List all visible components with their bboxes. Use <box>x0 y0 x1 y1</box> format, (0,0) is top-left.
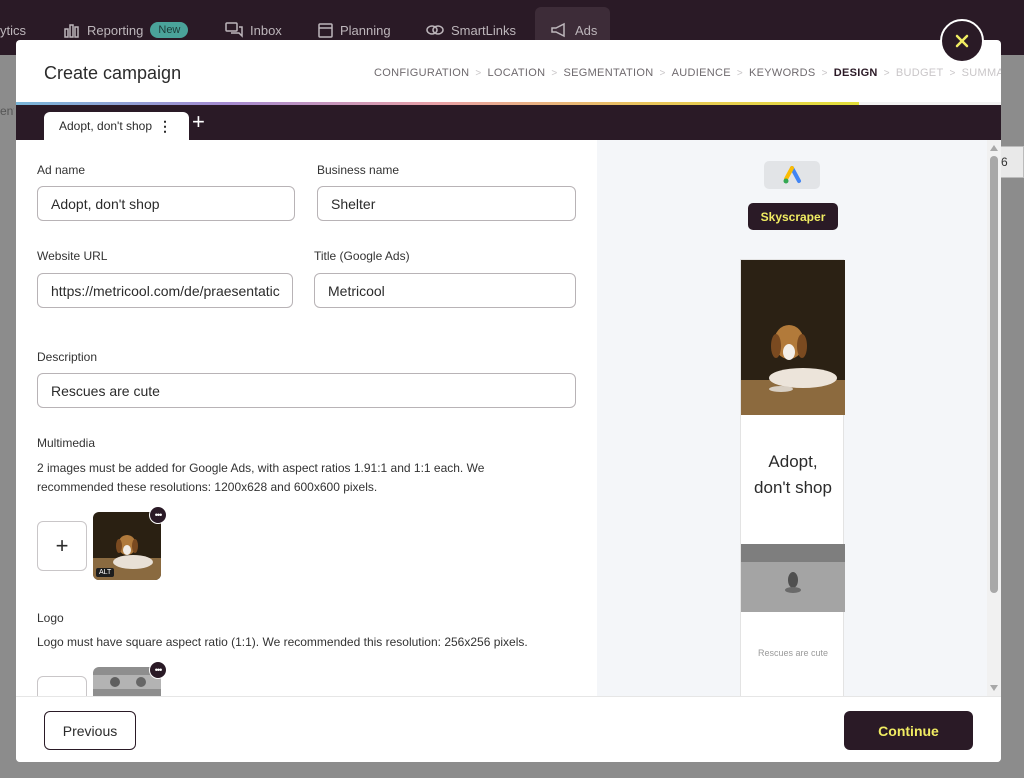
previous-button[interactable]: Previous <box>44 711 136 750</box>
alt-text-tag[interactable]: ALT <box>96 568 115 577</box>
google-ads-platform-chip[interactable] <box>764 161 820 189</box>
modal-footer: Previous Continue <box>16 696 1001 762</box>
step-location[interactable]: LOCATION <box>488 67 546 79</box>
step-keywords[interactable]: KEYWORDS <box>749 67 816 79</box>
chevron-right-icon: > <box>883 67 890 79</box>
step-configuration[interactable]: CONFIGURATION <box>374 67 469 79</box>
logo-options-button[interactable]: ••• <box>149 661 167 679</box>
business-name-label: Business name <box>317 163 400 177</box>
ad-preview-title-line-1: Adopt, <box>768 452 818 471</box>
step-breadcrumb: CONFIGURATION > LOCATION > SEGMENTATION … <box>374 67 1001 79</box>
add-logo-button[interactable] <box>37 676 87 696</box>
kebab-menu-icon[interactable]: ⋮ <box>158 119 172 133</box>
nav-item-planning[interactable]: Planning <box>318 20 391 40</box>
description-input[interactable]: Rescues are cute <box>37 373 576 408</box>
close-icon <box>955 34 969 48</box>
skyscraper-ad-preview: Adopt, don't shop Rescues are cute <box>740 259 845 696</box>
multimedia-label: Multimedia <box>37 436 96 450</box>
ad-name-label: Ad name <box>37 163 86 177</box>
nav-item-label: Ads <box>575 22 598 38</box>
ad-preview-title-line-2: don't shop <box>754 478 832 497</box>
step-segmentation[interactable]: SEGMENTATION <box>563 67 653 79</box>
bar-chart-icon <box>64 24 79 38</box>
ad-name-input[interactable]: Adopt, don't shop <box>37 186 295 221</box>
multimedia-help-line-1: 2 images must be added for Google Ads, w… <box>37 461 485 475</box>
create-campaign-modal: Create campaign CONFIGURATION > LOCATION… <box>16 40 1001 762</box>
chevron-right-icon: > <box>475 67 482 79</box>
scroll-up-arrow-icon[interactable] <box>990 145 998 151</box>
scrollbar[interactable] <box>987 140 1001 696</box>
ad-format-chip[interactable]: Skyscraper <box>748 203 838 230</box>
title-google-ads-label: Title (Google Ads) <box>314 249 410 263</box>
modal-title: Create campaign <box>44 63 182 83</box>
background-text: ent <box>0 104 14 118</box>
chevron-right-icon: > <box>659 67 666 79</box>
website-url-label: Website URL <box>37 249 108 263</box>
scrollbar-thumb[interactable] <box>990 156 998 593</box>
step-audience[interactable]: AUDIENCE <box>672 67 731 79</box>
business-name-input[interactable]: Shelter <box>317 186 576 221</box>
ad-secondary-image <box>741 544 845 612</box>
title-google-ads-input[interactable]: Metricool <box>314 273 576 308</box>
ad-tab[interactable]: Adopt, don't shop ⋮ <box>44 112 189 140</box>
ad-tab-label: Adopt, don't shop <box>59 119 153 133</box>
nav-item-label: Planning <box>340 22 391 38</box>
ad-preview-title: Adopt, don't shop <box>741 449 845 501</box>
continue-button[interactable]: Continue <box>844 711 973 750</box>
nav-item-label: Inbox <box>250 22 282 38</box>
chevron-right-icon: > <box>949 67 956 79</box>
google-ads-icon <box>783 166 801 184</box>
megaphone-icon <box>551 22 565 38</box>
step-design[interactable]: DESIGN <box>834 67 878 79</box>
nav-item-label: Reporting <box>87 22 144 38</box>
nav-item-smartlinks[interactable]: SmartLinks <box>426 20 516 40</box>
image-options-button[interactable]: ••• <box>149 506 167 524</box>
chevron-right-icon: > <box>821 67 828 79</box>
new-badge: New <box>150 22 189 38</box>
nav-item-inbox[interactable]: Inbox <box>225 20 282 40</box>
logo-help: Logo must have square aspect ratio (1:1)… <box>37 635 528 649</box>
dog-image-thumbnail[interactable]: ALT <box>93 512 161 580</box>
ad-tab-bar: Adopt, don't shop ⋮ + <box>16 105 1001 140</box>
ad-preview-description: Rescues are cute <box>757 648 829 658</box>
ad-hero-image <box>741 260 845 415</box>
chat-icon <box>225 22 243 38</box>
description-label: Description <box>37 350 98 364</box>
scroll-down-arrow-icon[interactable] <box>990 685 998 691</box>
ad-preview-panel: Skyscraper Adopt, don't shop Rescues are… <box>597 140 987 696</box>
step-budget: BUDGET <box>895 67 944 79</box>
logo-label: Logo <box>37 611 64 625</box>
ad-form: Ad name Adopt, don't shop Business name … <box>16 140 597 696</box>
nav-item-analytics[interactable]: ytics <box>0 20 26 40</box>
modal-header: Create campaign CONFIGURATION > LOCATION… <box>16 40 1001 104</box>
step-summary: SUMMARY <box>961 67 1001 79</box>
nav-item-label: SmartLinks <box>451 22 517 38</box>
multimedia-help-line-2: recommended these resolutions: 1200x628 … <box>37 480 378 494</box>
chevron-right-icon: > <box>551 67 558 79</box>
add-tab-button[interactable]: + <box>192 111 205 133</box>
nav-item-label: ytics <box>0 22 26 38</box>
link-icon <box>426 25 444 35</box>
nav-item-ads[interactable]: Ads <box>550 20 597 40</box>
website-url-input[interactable]: https://metricool.com/de/praesentatic <box>37 273 293 308</box>
nav-item-reporting[interactable]: Reporting New <box>64 20 189 40</box>
add-image-button[interactable]: + <box>37 521 87 571</box>
calendar-icon <box>318 23 333 38</box>
chevron-right-icon: > <box>736 67 743 79</box>
close-modal-button[interactable] <box>940 19 984 63</box>
